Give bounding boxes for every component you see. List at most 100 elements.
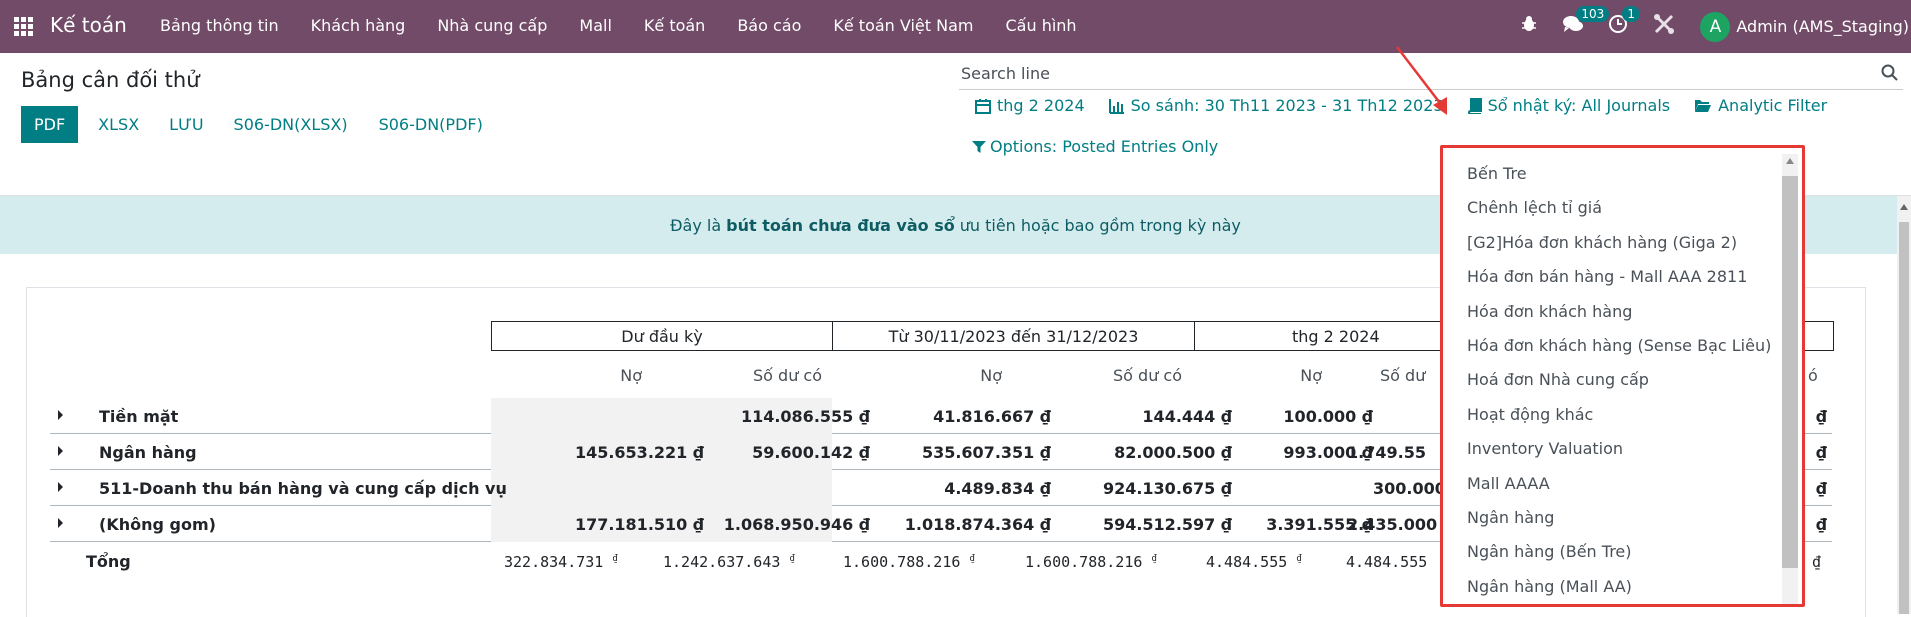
- cell-debit-2[interactable]: 41.816.667 ₫: [933, 407, 1051, 426]
- expand-caret-icon[interactable]: [58, 410, 63, 420]
- cell-debit-1[interactable]: 177.181.510 ₫: [575, 515, 704, 534]
- cell-debit-3[interactable]: 100.000 ₫: [1283, 407, 1373, 426]
- subheader-debit-3: Nợ: [1300, 366, 1322, 385]
- cell-credit-3[interactable]: 1.749.55: [1347, 443, 1426, 462]
- cell-credit-1[interactable]: 114.086.555 ₫: [741, 407, 870, 426]
- report-actions: PDF XLSX LƯU S06-DN(XLSX) S06-DN(PDF): [21, 106, 483, 143]
- cell-debit-1[interactable]: 145.653.221 ₫: [575, 443, 704, 462]
- folder-open-icon: [1695, 99, 1712, 112]
- menu-vendors[interactable]: Nhà cung cấp: [437, 16, 547, 35]
- cell-tail: ₫: [1815, 407, 1827, 426]
- activity-clock-icon[interactable]: 1: [1608, 6, 1641, 39]
- total-debit-1: 322.834.731 ₫: [504, 553, 618, 571]
- cell-debit-2[interactable]: 4.489.834 ₫: [944, 479, 1051, 498]
- cell-tail: ₫: [1815, 515, 1827, 534]
- analytic-filter[interactable]: Analytic Filter: [1694, 96, 1827, 115]
- app-name[interactable]: Kế toán: [50, 13, 127, 37]
- menu-reports[interactable]: Báo cáo: [737, 16, 801, 35]
- subheader-credit-3: Số dư: [1380, 366, 1426, 385]
- cell-credit-3[interactable]: 2.435.000: [1347, 515, 1437, 534]
- menu-customers[interactable]: Khách hàng: [311, 16, 406, 35]
- cell-tail: ₫: [1815, 443, 1827, 462]
- expand-caret-icon[interactable]: [58, 518, 63, 528]
- cell-credit-1[interactable]: 1.068.950.946 ₫: [724, 515, 870, 534]
- apps-menu-icon[interactable]: [14, 17, 33, 36]
- subheader-credit-1: Số dư có: [753, 366, 822, 385]
- bug-icon[interactable]: [1520, 15, 1538, 38]
- messages-badge: 103: [1576, 6, 1610, 22]
- journal-option[interactable]: Ngân hàng (Mall AA): [1467, 570, 1771, 604]
- funnel-icon: [972, 140, 986, 153]
- cell-credit-3[interactable]: 300.000: [1373, 479, 1446, 498]
- pdf-button[interactable]: PDF: [21, 106, 79, 143]
- cell-debit-2[interactable]: 1.018.874.364 ₫: [905, 515, 1051, 534]
- activities-badge: 1: [1622, 6, 1641, 22]
- alert-prefix: Đây là: [670, 215, 722, 235]
- journal-option[interactable]: Chênh lệch tỉ giá: [1467, 191, 1771, 225]
- alert-link[interactable]: bút toán chưa đưa vào sổ: [726, 216, 955, 235]
- date-filter-label: thg 2 2024: [997, 96, 1085, 115]
- journal-option[interactable]: Ngân hàng: [1467, 501, 1771, 535]
- total-tail: ₫: [1812, 553, 1822, 571]
- total-debit-2: 1.600.788.216 ₫: [843, 553, 975, 571]
- annotation-arrow-icon: [1396, 46, 1447, 115]
- cell-credit-2[interactable]: 144.444 ₫: [1142, 407, 1232, 426]
- user-menu[interactable]: Admin (AMS_Staging): [1736, 17, 1909, 36]
- book-icon: [1467, 97, 1482, 114]
- cell-credit-2[interactable]: 82.000.500 ₫: [1114, 443, 1232, 462]
- cell-tail: ₫: [1815, 479, 1827, 498]
- total-credit-1: 1.242.637.643 ₫: [663, 553, 795, 571]
- comparison-filter[interactable]: So sánh: 30 Th11 2023 - 31 Th12 2023: [1108, 96, 1444, 115]
- journal-option[interactable]: Hóa đơn khách hàng: [1467, 295, 1771, 329]
- menu-vn-accounting[interactable]: Kế toán Việt Nam: [833, 16, 973, 35]
- options-filter-label: Options: Posted Entries Only: [990, 137, 1219, 156]
- tools-icon[interactable]: [1652, 12, 1676, 41]
- bar-chart-icon: [1108, 98, 1124, 114]
- journal-option[interactable]: Bến Tre: [1467, 157, 1771, 191]
- page-scrollbar-thumb[interactable]: [1899, 222, 1909, 614]
- top-navbar: Kế toán Bảng thông tin Khách hàng Nhà cu…: [0, 0, 1911, 53]
- xlsx-button[interactable]: XLSX: [98, 115, 139, 134]
- messages-icon[interactable]: 103: [1562, 6, 1610, 39]
- save-button[interactable]: LƯU: [169, 115, 203, 134]
- journal-option[interactable]: [G2]Hóa đơn khách hàng (Giga 2): [1467, 226, 1771, 260]
- journals-list: Bến Tre Chênh lệch tỉ giá [G2]Hóa đơn kh…: [1467, 157, 1771, 604]
- row-label: (Không gom): [99, 515, 216, 534]
- search-icon[interactable]: [1881, 64, 1899, 86]
- row-label: Tiền mặt: [99, 407, 179, 426]
- journal-option[interactable]: Hoạt động khác: [1467, 398, 1771, 432]
- journal-option[interactable]: Inventory Valuation: [1467, 432, 1771, 466]
- total-credit-3: 4.484.555: [1346, 553, 1428, 571]
- menu-configuration[interactable]: Cấu hình: [1006, 16, 1077, 35]
- cell-credit-1[interactable]: 59.600.142 ₫: [752, 443, 870, 462]
- s06-xlsx-button[interactable]: S06-DN(XLSX): [234, 115, 348, 134]
- journal-option[interactable]: Hoá đơn Nhà cung cấp: [1467, 363, 1771, 397]
- cell-debit-2[interactable]: 535.607.351 ₫: [922, 443, 1051, 462]
- menu-accounting[interactable]: Kế toán: [644, 16, 705, 35]
- menu-dashboard[interactable]: Bảng thông tin: [160, 16, 279, 35]
- s06-pdf-button[interactable]: S06-DN(PDF): [379, 115, 483, 134]
- journals-filter[interactable]: Sổ nhật ký: All Journals: [1467, 96, 1671, 115]
- total-label: Tổng: [86, 552, 131, 571]
- subheader-credit-2: Số dư có: [1113, 366, 1182, 385]
- journal-option[interactable]: Hóa đơn bán hàng - Mall AAA 2811: [1467, 260, 1771, 294]
- scroll-up-arrow-icon[interactable]: [1786, 158, 1794, 164]
- expand-caret-icon[interactable]: [58, 482, 63, 492]
- expand-caret-icon[interactable]: [58, 446, 63, 456]
- subheader-debit-2: Nợ: [980, 366, 1002, 385]
- menu-mall[interactable]: Mall: [579, 16, 612, 35]
- user-avatar[interactable]: A: [1700, 11, 1731, 42]
- journals-dropdown[interactable]: Bến Tre Chênh lệch tỉ giá [G2]Hóa đơn kh…: [1440, 145, 1805, 607]
- journal-option[interactable]: Ngân hàng (Bến Tre): [1467, 535, 1771, 569]
- group-header-comparison: Từ 30/11/2023 đến 31/12/2023: [832, 321, 1195, 351]
- dropdown-scrollbar-thumb[interactable]: [1782, 176, 1798, 568]
- cell-credit-2[interactable]: 594.512.597 ₫: [1103, 515, 1232, 534]
- systray: 103 1 A Admin (AMS_Staging): [1520, 0, 1911, 53]
- journal-option[interactable]: Mall AAAA: [1467, 467, 1771, 501]
- cell-credit-2[interactable]: 924.130.675 ₫: [1103, 479, 1232, 498]
- journal-option[interactable]: Hóa đơn khách hàng (Sense Bạc Liêu): [1467, 329, 1771, 363]
- date-filter[interactable]: thg 2 2024: [975, 96, 1085, 115]
- options-filter[interactable]: Options: Posted Entries Only: [972, 137, 1218, 156]
- page-scroll-up-icon[interactable]: [1900, 204, 1908, 210]
- journals-filter-label: Sổ nhật ký: All Journals: [1487, 96, 1671, 115]
